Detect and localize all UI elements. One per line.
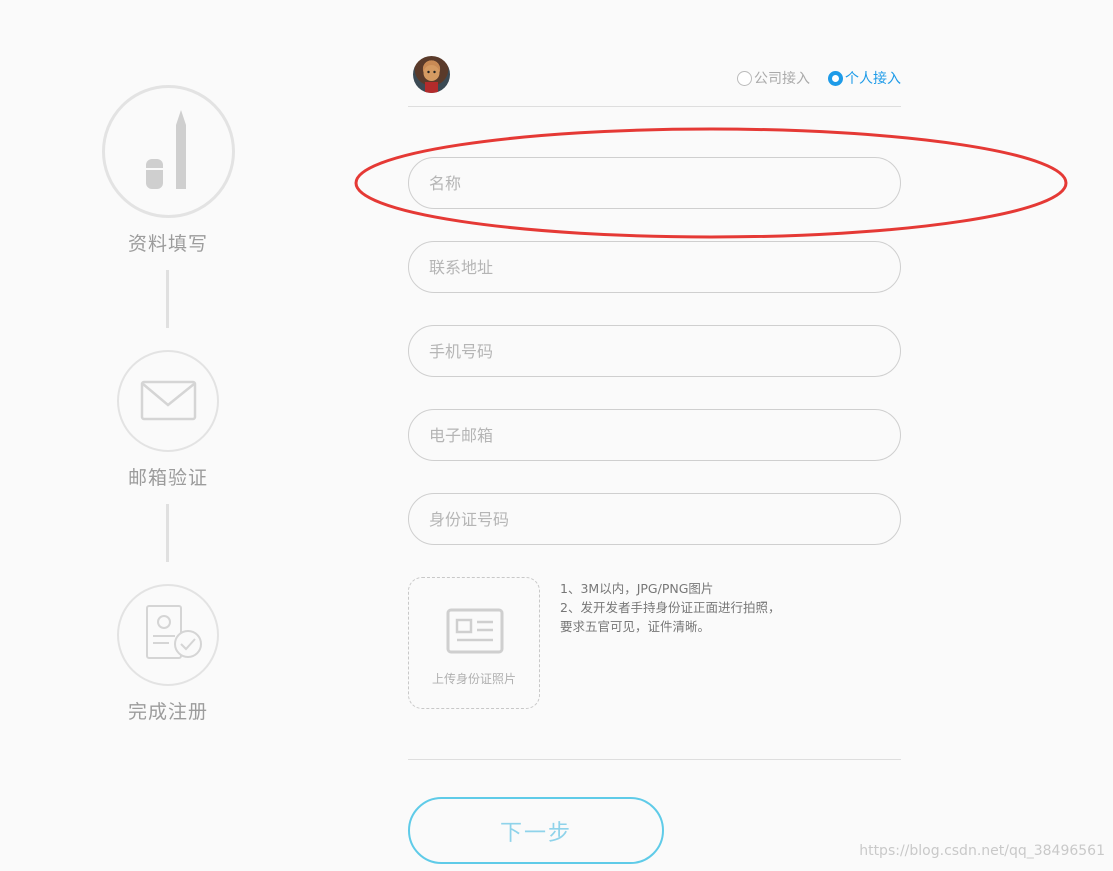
- radio-personal-access[interactable]: 个人接入: [828, 68, 901, 88]
- step-1-label: 资料填写: [127, 233, 208, 255]
- tip-line: 2、发开发者手持身份证正面进行拍照，: [560, 600, 781, 615]
- radio-personal-label: 个人接入: [845, 71, 901, 87]
- id-number-input[interactable]: [408, 493, 901, 545]
- pen-icon: [146, 110, 186, 189]
- email-input[interactable]: [408, 409, 901, 461]
- name-input[interactable]: [408, 157, 901, 209]
- radio-checked-icon: [828, 70, 843, 86]
- avatar[interactable]: [413, 56, 450, 93]
- radio-company-label: 公司接入: [754, 71, 810, 87]
- step-connector: [166, 504, 169, 562]
- address-input[interactable]: [408, 241, 901, 293]
- phone-input[interactable]: [408, 325, 901, 377]
- registration-done-icon: [146, 605, 202, 659]
- step-3-circle: [117, 584, 219, 686]
- next-step-button[interactable]: 下一步: [408, 797, 664, 864]
- id-photo-upload[interactable]: 上传身份证照片: [408, 577, 540, 709]
- radio-company-access[interactable]: 公司接入: [737, 68, 810, 88]
- id-card-icon: [446, 608, 504, 654]
- access-type-radio-group: 公司接入 个人接入: [737, 68, 901, 88]
- radio-unchecked-icon: [737, 70, 752, 86]
- registration-page: 资料填写 邮箱验证 完成注册 公司接入 个人接入 名称 联系地址 手机号码 电子…: [0, 0, 1113, 871]
- watermark: https://blog.csdn.net/qq_38496561: [859, 843, 1105, 859]
- mail-icon: [140, 380, 197, 421]
- tip-line: 要求五官可见，证件清晰。: [560, 619, 711, 634]
- step-1-circle: [102, 85, 235, 218]
- dog-avatar-icon: [423, 65, 440, 93]
- step-2-circle: [117, 350, 219, 452]
- top-divider: [408, 106, 901, 107]
- step-3-label: 完成注册: [127, 701, 208, 723]
- upload-label: 上传身份证照片: [431, 672, 516, 686]
- bottom-divider: [408, 759, 901, 760]
- tip-line: 1、3M以内，JPG/PNG图片: [560, 581, 714, 596]
- step-connector: [166, 270, 169, 328]
- upload-tips: 1、3M以内，JPG/PNG图片 2、发开发者手持身份证正面进行拍照， 要求五官…: [560, 579, 780, 636]
- step-2-label: 邮箱验证: [127, 467, 208, 489]
